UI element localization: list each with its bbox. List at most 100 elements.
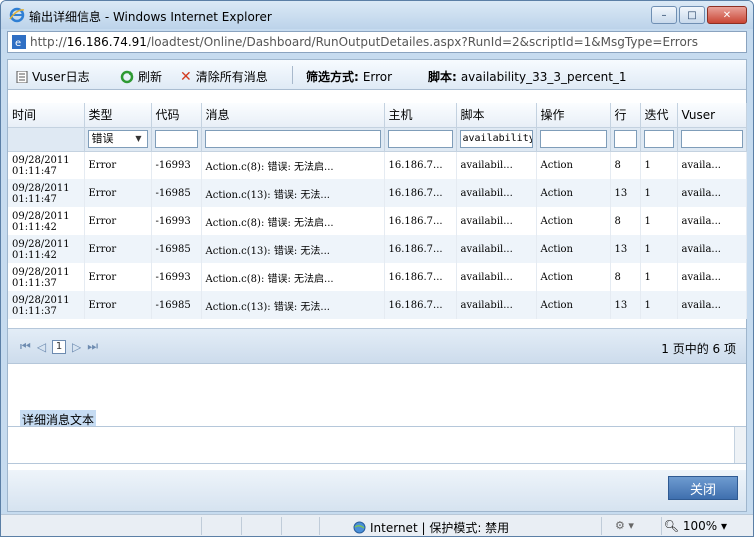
iteration-filter-input[interactable] (643, 130, 674, 148)
host-filter-input[interactable] (387, 130, 453, 148)
column-header-vuser[interactable]: Vuser (677, 103, 747, 128)
messages-grid: 时间 类型 代码 消息 主机 脚本 操作 行 迭代 Vuser 错误 ▼ ava… (8, 103, 747, 319)
column-header-host[interactable]: 主机 (384, 103, 457, 128)
cell-iteration: 1 (640, 151, 678, 179)
cell-host: 16.186.7... (384, 179, 457, 207)
zoom-level[interactable]: 🔍︎ 100% ▾ (664, 519, 727, 533)
cell-line: 8 (610, 151, 641, 179)
filter-info: 筛选方式: Error (306, 69, 393, 85)
page-number-box[interactable]: 1 (52, 339, 67, 354)
message-filter-input[interactable] (204, 130, 381, 148)
cell-code: -16993 (151, 207, 202, 235)
detail-scrollbar[interactable] (734, 427, 746, 463)
table-row[interactable]: 09/28/2011 01:11:42 Error -16985 Action.c(1… (8, 235, 747, 263)
cell-vuser: availa... (677, 179, 747, 207)
footer: 关闭 (8, 470, 746, 511)
detail-message-text[interactable] (8, 426, 746, 464)
refresh-button[interactable]: 刷新 (120, 68, 162, 85)
cell-type: Error (84, 207, 152, 235)
column-header-type[interactable]: 类型 (84, 103, 152, 128)
cell-code: -16985 (151, 291, 202, 319)
cell-time: 09/28/2011 01:11:42 (8, 235, 85, 263)
address-bar[interactable]: e http://16.186.74.91/loadtest/Online/Da… (7, 31, 747, 53)
script-filter-input[interactable]: availability (459, 130, 533, 148)
maximize-button[interactable]: □ (679, 6, 705, 24)
vuser-filter-input[interactable] (680, 130, 743, 148)
cell-time: 09/28/2011 01:11:42 (8, 207, 85, 235)
column-header-time[interactable]: 时间 (8, 103, 85, 128)
pager: ⏮ ◁ 1 ▷ ⏭ 1 页中的 6 项 (8, 328, 746, 364)
cell-time: 09/28/2011 01:11:37 (8, 263, 85, 291)
column-header-message[interactable]: 消息 (201, 103, 385, 128)
cell-vuser: availa... (677, 207, 747, 235)
cell-host: 16.186.7... (384, 151, 457, 179)
cell-script: availabil... (456, 291, 537, 319)
zoom-icon: 🔍︎ (663, 519, 680, 533)
code-filter-input[interactable] (154, 130, 198, 148)
internet-explorer-icon (9, 7, 25, 23)
pager-nav: ⏮ ◁ 1 ▷ ⏭ (20, 339, 98, 354)
column-header-code[interactable]: 代码 (151, 103, 202, 128)
security-zone[interactable]: Internet | 保护模式: 禁用 (353, 519, 509, 536)
window-title: 输出详细信息 - Windows Internet Explorer (29, 10, 272, 24)
minimize-button[interactable]: – (651, 6, 677, 24)
vuser-log-button[interactable]: Vuser日志 (16, 68, 90, 85)
cell-code: -16985 (151, 235, 202, 263)
cell-type: Error (84, 235, 152, 263)
type-filter-select[interactable]: 错误 ▼ (87, 130, 148, 148)
line-filter-input[interactable] (613, 130, 637, 148)
close-button[interactable]: 关闭 (668, 476, 738, 500)
cell-message: Action.c(13): 错误: 无法... (201, 291, 385, 319)
cell-host: 16.186.7... (384, 291, 457, 319)
cell-type: Error (84, 151, 152, 179)
close-window-button[interactable]: ✕ (707, 6, 747, 24)
page-content: Vuser日志 刷新 ✕ 清除所有消息 筛选方式: Error 脚本: availa… (7, 59, 747, 512)
pager-summary: 1 页中的 6 项 (661, 342, 736, 356)
status-bar: Internet | 保护模式: 禁用 ⚙ ▾ 🔍︎ 100% ▾ (1, 514, 753, 536)
last-page-icon[interactable]: ⏭ (87, 339, 98, 354)
cell-script: availabil... (456, 235, 537, 263)
column-header-iteration[interactable]: 迭代 (640, 103, 678, 128)
cell-message: Action.c(8): 错误: 无法启... (201, 151, 385, 179)
toolbar-divider (292, 66, 293, 84)
table-row[interactable]: 09/28/2011 01:11:37 Error -16993 Action.c(8… (8, 263, 747, 291)
cell-vuser: availa... (677, 291, 747, 319)
action-filter-input[interactable] (539, 130, 607, 148)
cell-host: 16.186.7... (384, 207, 457, 235)
svg-text:e: e (15, 38, 21, 49)
next-page-icon[interactable]: ▷ (72, 340, 81, 354)
table-row[interactable]: 09/28/2011 01:11:47 Error -16993 Action.c(8… (8, 151, 747, 179)
cell-action: Action (536, 179, 611, 207)
cell-script: availabil... (456, 207, 537, 235)
table-row[interactable]: 09/28/2011 01:11:42 Error -16993 Action.c(8… (8, 207, 747, 235)
cell-vuser: availa... (677, 235, 747, 263)
table-row[interactable]: 09/28/2011 01:11:47 Error -16985 Action.c(1… (8, 179, 747, 207)
window-controls: – □ ✕ (651, 6, 747, 24)
clear-all-messages-button[interactable]: ✕ 清除所有消息 (180, 68, 268, 85)
column-header-line[interactable]: 行 (610, 103, 641, 128)
cell-message: Action.c(8): 错误: 无法启... (201, 263, 385, 291)
first-page-icon[interactable]: ⏮ (20, 339, 31, 354)
table-row[interactable]: 09/28/2011 01:11:37 Error -16985 Action.c(1… (8, 291, 747, 319)
script-info: 脚本: availability_33_3_percent_1 (428, 69, 627, 85)
cell-iteration: 1 (640, 179, 678, 207)
settings-dropdown-icon[interactable]: ⚙ ▾ (615, 519, 634, 532)
cell-time: 09/28/2011 01:11:37 (8, 291, 85, 319)
column-header-action[interactable]: 操作 (536, 103, 611, 128)
cell-action: Action (536, 151, 611, 179)
title-bar: 输出详细信息 - Windows Internet Explorer – □ ✕ (1, 1, 753, 29)
cell-action: Action (536, 207, 611, 235)
globe-icon (353, 521, 366, 534)
header-row: 时间 类型 代码 消息 主机 脚本 操作 行 迭代 Vuser (8, 103, 747, 128)
cell-iteration: 1 (640, 207, 678, 235)
url-text: http://16.186.74.91/loadtest/Online/Dash… (30, 35, 698, 49)
column-header-script[interactable]: 脚本 (456, 103, 537, 128)
cell-type: Error (84, 179, 152, 207)
cell-host: 16.186.7... (384, 263, 457, 291)
cell-line: 13 (610, 235, 641, 263)
cell-message: Action.c(8): 错误: 无法启... (201, 207, 385, 235)
dropdown-arrow-icon: ▼ (135, 134, 142, 143)
cell-script: availabil... (456, 263, 537, 291)
cell-code: -16993 (151, 151, 202, 179)
prev-page-icon[interactable]: ◁ (37, 340, 46, 354)
